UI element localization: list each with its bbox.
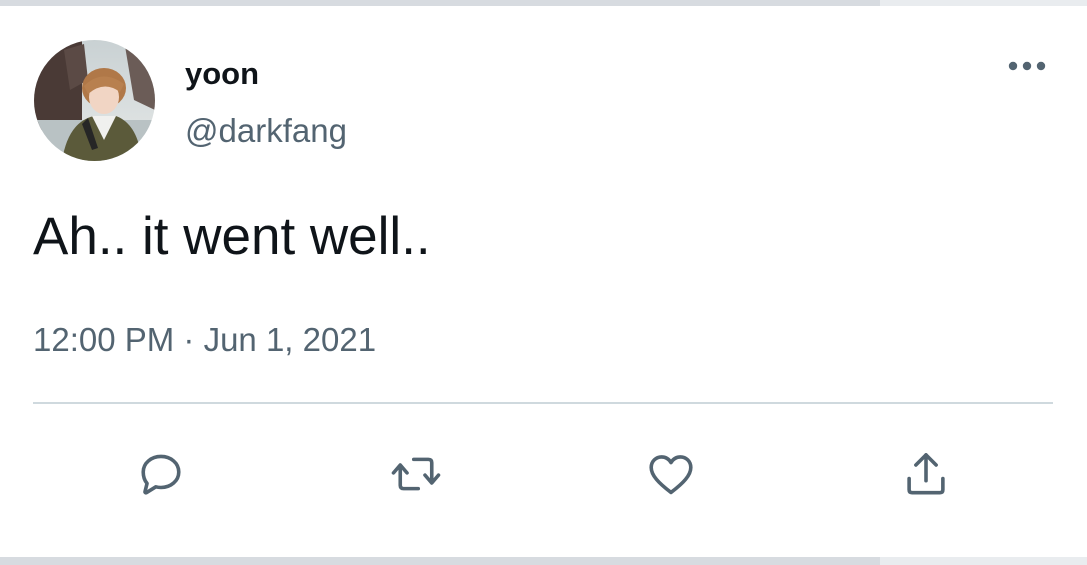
tweet-timestamp[interactable]: 12:00 PM · Jun 1, 2021	[33, 320, 376, 360]
bottom-edge-strip	[0, 557, 880, 565]
retweet-arrows-icon	[391, 457, 441, 491]
heart-icon	[649, 455, 693, 495]
author-display-name[interactable]: yoon	[185, 56, 259, 92]
divider	[33, 402, 1053, 404]
retweet-button[interactable]	[386, 444, 446, 504]
ellipsis-icon[interactable]	[1004, 54, 1050, 78]
author-handle[interactable]: @darkfang	[185, 112, 347, 150]
share-button[interactable]	[896, 444, 956, 504]
avatar[interactable]	[34, 40, 155, 161]
reply-button[interactable]	[131, 444, 191, 504]
share-upload-icon	[907, 453, 945, 495]
tweet-card: yoon @darkfang Ah.. it went well.. 12:00…	[0, 6, 1087, 557]
page: yoon @darkfang Ah.. it went well.. 12:00…	[0, 0, 1087, 565]
speech-bubble-icon	[141, 454, 181, 495]
avatar-photo	[34, 40, 155, 161]
like-button[interactable]	[641, 444, 701, 504]
tweet-text: Ah.. it went well..	[33, 207, 431, 266]
